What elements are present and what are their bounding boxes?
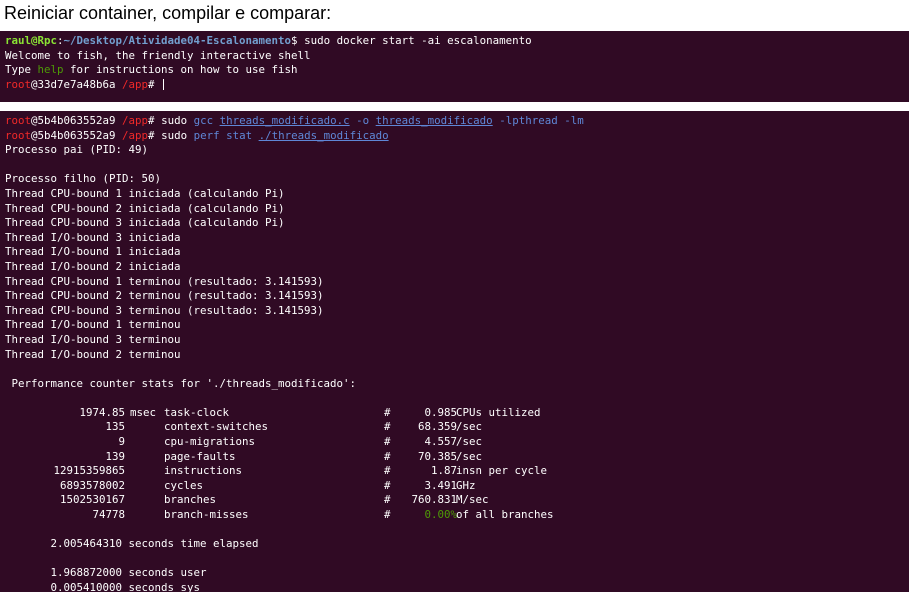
fish-welcome-line: Welcome to fish, the friendly interactiv… [5, 48, 311, 62]
stat-ratio: 1.87 [430, 464, 457, 478]
output-line: Thread CPU-bound 3 terminou (resultado: … [5, 303, 324, 317]
perf-stat-row: 1974.85 msec task-clock #0.985 CPUs utilized [0, 406, 909, 421]
stat-desc: /sec [456, 420, 483, 434]
stat-hash: # [384, 478, 391, 492]
output-line: Thread CPU-bound 1 terminou (resultado: … [5, 274, 324, 288]
stat-hash: # [384, 435, 391, 449]
output-line: Thread I/O-bound 2 terminou [5, 347, 181, 361]
stat-value: 9 [118, 435, 125, 449]
stat-desc: GHz [456, 478, 476, 492]
stat-value: 1974.85 [79, 405, 125, 419]
stat-ratio: 0.985 [424, 405, 457, 419]
stat-value: 12915359865 [53, 464, 125, 478]
stat-hash: # [384, 508, 391, 522]
output-line: Performance counter stats for './threads… [5, 376, 357, 390]
output-line: Thread I/O-bound 3 iniciada [5, 230, 181, 244]
output-line: Thread CPU-bound 2 iniciada (calculando … [5, 201, 285, 215]
stat-value: 6893578002 [59, 478, 125, 492]
stat-ratio: 4.557 [424, 435, 457, 449]
stat-desc: /sec [456, 435, 483, 449]
stat-name: task-clock [164, 405, 230, 419]
stat-value: 135 [105, 420, 125, 434]
fish-help-line: Type help for instructions on how to use… [5, 63, 298, 77]
stat-name: cycles [164, 478, 204, 492]
host-prompt-line: raul@Rpc:~/Desktop/Atividade04-Escalonam… [5, 34, 532, 47]
text-cursor [163, 79, 165, 91]
sys-time-line: 0.005410000 seconds sys [5, 581, 201, 592]
output-line: Processo filho (PID: 50) [5, 172, 162, 186]
stat-ratio: 3.491 [424, 478, 457, 492]
perf-stat-row: 9 cpu-migrations #4.557/sec [0, 435, 909, 450]
stat-name: context-switches [164, 420, 269, 434]
stat-hash: # [384, 420, 391, 434]
output-line: Thread CPU-bound 3 iniciada (calculando … [5, 216, 285, 230]
stat-value: 139 [105, 449, 125, 463]
output-line: Thread I/O-bound 2 iniciada [5, 259, 181, 273]
stat-hash: # [384, 405, 391, 419]
stat-desc: CPUs utilized [456, 405, 541, 419]
gcc-prompt-line: root@5b4b063552a9 /app# sudo gcc threads… [5, 114, 584, 127]
output-line: Thread CPU-bound 2 terminou (resultado: … [5, 289, 324, 303]
stat-desc: insn per cycle [456, 464, 548, 478]
elapsed-time-line: 2.005464310 seconds time elapsed [5, 537, 259, 551]
perf-stat-row: 139 page-faults #70.385/sec [0, 450, 909, 465]
stat-name: branches [164, 493, 217, 507]
fish-prompt-line[interactable]: root@33d7e7a48b6a /app# [0, 78, 909, 93]
perf-stat-row: 74778 branch-misses #0.00% of all branches [0, 508, 909, 523]
user-time-line: 1.968872000 seconds user [5, 566, 207, 580]
perf-stat-row: 6893578002 cycles #3.491 GHz [0, 479, 909, 494]
stat-ratio: 760.831 [411, 493, 457, 507]
stat-ratio: 70.385 [417, 449, 457, 463]
output-line: Thread CPU-bound 1 iniciada (calculando … [5, 186, 285, 200]
terminal-window-perf[interactable]: root@5b4b063552a9 /app# sudo gcc threads… [0, 111, 909, 592]
output-line: Thread I/O-bound 3 terminou [5, 332, 181, 346]
stat-desc: of all branches [456, 508, 554, 522]
section-heading: Reiniciar container, compilar e comparar… [4, 3, 332, 23]
terminal-window-docker[interactable]: raul@Rpc:~/Desktop/Atividade04-Escalonam… [0, 31, 909, 102]
stat-value: 74778 [92, 508, 125, 522]
stat-name: instructions [164, 464, 243, 478]
output-line: Processo pai (PID: 49) [5, 143, 149, 157]
output-line: Thread I/O-bound 1 terminou [5, 318, 181, 332]
stat-value: 1502530167 [59, 493, 125, 507]
perf-stat-row: 1502530167 branches #760.831 M/sec [0, 493, 909, 508]
perf-stats-table: 1974.85 msec task-clock #0.985 CPUs utilized… [0, 406, 909, 523]
perf-prompt-line: root@5b4b063552a9 /app# sudo perf stat .… [5, 128, 389, 142]
stat-ratio: 0.00% [424, 508, 457, 522]
stat-ratio: 68.359 [417, 420, 457, 434]
stat-name: cpu-migrations [164, 435, 256, 449]
output-line: Thread I/O-bound 1 iniciada [5, 245, 181, 259]
stat-unit: msec [130, 405, 157, 419]
perf-stat-row: 135 context-switches #68.359/sec [0, 420, 909, 435]
stat-name: page-faults [164, 449, 236, 463]
stat-hash: # [384, 464, 391, 478]
stat-desc: M/sec [456, 493, 489, 507]
perf-stat-row: 12915359865 instructions #1.87 insn per cyc… [0, 464, 909, 479]
stat-name: branch-misses [164, 508, 249, 522]
stat-hash: # [384, 449, 391, 463]
program-output: Processo pai (PID: 49) Processo filho (PI… [0, 143, 909, 406]
stat-hash: # [384, 493, 391, 507]
stat-desc: /sec [456, 449, 483, 463]
